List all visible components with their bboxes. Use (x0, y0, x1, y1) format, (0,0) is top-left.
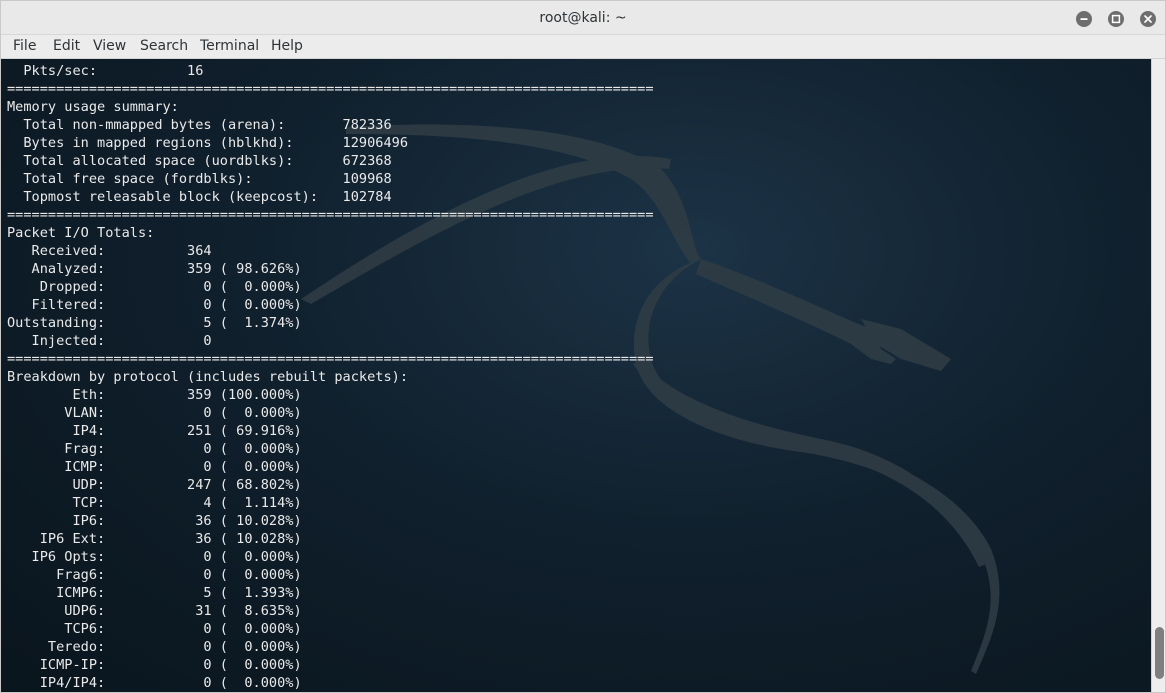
terminal-line: Teredo: 0 ( 0.000%) (7, 639, 302, 655)
terminal-line: IP6 Ext: 36 ( 10.028%) (7, 531, 302, 547)
terminal-line: Frag6: 0 ( 0.000%) (7, 567, 302, 583)
terminal-line: Outstanding: 5 ( 1.374%) (7, 315, 302, 331)
terminal-line: Bytes in mapped regions (hblkhd): 129064… (7, 135, 409, 151)
menu-view[interactable]: View (93, 38, 126, 54)
terminal-line: ICMP-IP: 0 ( 0.000%) (7, 657, 302, 673)
menu-file[interactable]: File (13, 38, 36, 54)
terminal-line: Breakdown by protocol (includes rebuilt … (7, 369, 409, 385)
terminal-line: ========================================… (7, 351, 654, 367)
terminal-line: TCP6: 0 ( 0.000%) (7, 621, 302, 637)
terminal-line: Eth: 359 (100.000%) (7, 387, 302, 403)
scrollbar-thumb[interactable] (1155, 627, 1164, 679)
terminal-line: Analyzed: 359 ( 98.626%) (7, 261, 302, 277)
terminal-line: ========================================… (7, 81, 654, 97)
terminal-line: Packet I/O Totals: (7, 225, 155, 241)
close-button[interactable] (1140, 11, 1156, 27)
terminal-line: Pkts/sec: 16 (7, 63, 204, 79)
terminal-line: Received: 364 (7, 243, 212, 259)
terminal-output: Pkts/sec: 16 ===========================… (7, 62, 654, 692)
terminal-line: VLAN: 0 ( 0.000%) (7, 405, 302, 421)
terminal-line: IP6 Opts: 0 ( 0.000%) (7, 549, 302, 565)
menu-search[interactable]: Search (140, 38, 188, 54)
title-bar[interactable]: root@kali: ~ (1, 1, 1165, 35)
terminal-window: root@kali: ~ File Edit View Search Termi… (0, 0, 1166, 693)
terminal-line: Frag: 0 ( 0.000%) (7, 441, 302, 457)
terminal-line: UDP6: 31 ( 8.635%) (7, 603, 302, 619)
window-title: root@kali: ~ (539, 10, 627, 26)
terminal-area[interactable]: Pkts/sec: 16 ===========================… (1, 59, 1151, 692)
menu-terminal[interactable]: Terminal (200, 38, 259, 54)
terminal-line: Total free space (fordblks): 109968 (7, 171, 392, 187)
minimize-button[interactable] (1076, 11, 1092, 27)
terminal-line: IP4/IP4: 0 ( 0.000%) (7, 675, 302, 691)
terminal-line: ========================================… (7, 207, 654, 223)
terminal-line: Memory usage summary: (7, 99, 179, 115)
menu-edit[interactable]: Edit (53, 38, 80, 54)
menu-help[interactable]: Help (271, 38, 303, 54)
menu-bar: File Edit View Search Terminal Help (1, 35, 1165, 59)
terminal-line: UDP: 247 ( 68.802%) (7, 477, 302, 493)
close-icon (1144, 15, 1152, 23)
maximize-button[interactable] (1108, 11, 1124, 27)
terminal-line: IP6: 36 ( 10.028%) (7, 513, 302, 529)
terminal-line: TCP: 4 ( 1.114%) (7, 495, 302, 511)
terminal-line: Filtered: 0 ( 0.000%) (7, 297, 302, 313)
terminal-line: Total non-mmapped bytes (arena): 782336 (7, 117, 392, 133)
vertical-scrollbar[interactable] (1151, 59, 1165, 692)
terminal-line: Dropped: 0 ( 0.000%) (7, 279, 302, 295)
minimize-icon (1080, 18, 1088, 20)
terminal-line: Topmost releasable block (keepcost): 102… (7, 189, 392, 205)
terminal-line: Total allocated space (uordblks): 672368 (7, 153, 392, 169)
terminal-line: IP4: 251 ( 69.916%) (7, 423, 302, 439)
maximize-icon (1111, 14, 1121, 24)
terminal-line: ICMP6: 5 ( 1.393%) (7, 585, 302, 601)
terminal-line: ICMP: 0 ( 0.000%) (7, 459, 302, 475)
terminal-line: Injected: 0 (7, 333, 212, 349)
